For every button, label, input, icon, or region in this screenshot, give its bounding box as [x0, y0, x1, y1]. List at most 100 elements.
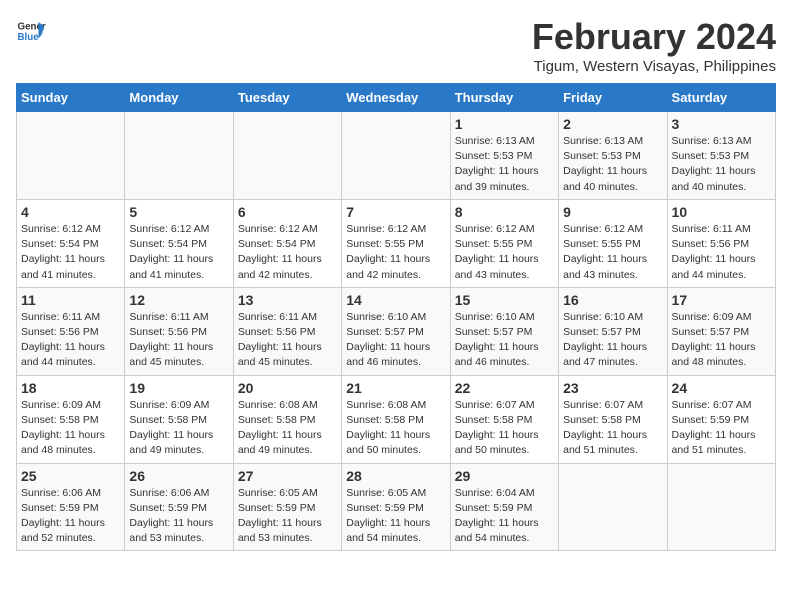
calendar-cell: 25Sunrise: 6:06 AM Sunset: 5:59 PM Dayli… — [17, 463, 125, 551]
day-number: 6 — [238, 204, 337, 220]
calendar-week-row: 18 Sunrise: 6:09 AM Sunset: 5:58 PM Dayli… — [17, 375, 776, 463]
day-info: Sunrise: 6:12 AM Sunset: 5:55 PM Dayligh… — [563, 222, 662, 283]
day-info: Sunrise: 6:10 AM Sunset: 5:57 PM Dayligh… — [563, 310, 662, 371]
calendar-table: SundayMondayTuesdayWednesdayThursdayFrid… — [16, 83, 776, 551]
calendar-cell — [342, 112, 450, 200]
calendar-cell: 22 Sunrise: 6:07 AM Sunset: 5:58 PM Dayli… — [450, 375, 558, 463]
day-number: 17 — [672, 292, 771, 308]
svg-text:Blue: Blue — [18, 32, 40, 43]
calendar-cell: 18 Sunrise: 6:09 AM Sunset: 5:58 PM Dayli… — [17, 375, 125, 463]
calendar-cell: 16 Sunrise: 6:10 AM Sunset: 5:57 PM Dayli… — [559, 287, 667, 375]
calendar-cell: 4 Sunrise: 6:12 AM Sunset: 5:54 PM Daylig… — [17, 199, 125, 287]
day-info: Sunrise: 6:05 AM Sunset: 5:59 PM Dayligh… — [238, 486, 337, 547]
calendar-week-row: 4 Sunrise: 6:12 AM Sunset: 5:54 PM Daylig… — [17, 199, 776, 287]
calendar-cell: 8 Sunrise: 6:12 AM Sunset: 5:55 PM Daylig… — [450, 199, 558, 287]
calendar-cell: 17 Sunrise: 6:09 AM Sunset: 5:57 PM Dayli… — [667, 287, 775, 375]
calendar-cell: 10 Sunrise: 6:11 AM Sunset: 5:56 PM Dayli… — [667, 199, 775, 287]
day-number: 4 — [21, 204, 120, 220]
calendar-cell — [233, 112, 341, 200]
weekday-header: Tuesday — [233, 84, 341, 112]
page-header: General Blue February 2024 Tigum, Wester… — [16, 16, 776, 75]
day-number: 13 — [238, 292, 337, 308]
day-info: Sunrise: 6:12 AM Sunset: 5:55 PM Dayligh… — [346, 222, 445, 283]
calendar-cell: 11Sunrise: 6:11 AM Sunset: 5:56 PM Dayli… — [17, 287, 125, 375]
day-number: 29 — [455, 468, 554, 484]
day-info: Sunrise: 6:04 AM Sunset: 5:59 PM Dayligh… — [455, 486, 554, 547]
day-info: Sunrise: 6:11 AM Sunset: 5:56 PM Dayligh… — [672, 222, 771, 283]
calendar-week-row: 1 Sunrise: 6:13 AM Sunset: 5:53 PM Daylig… — [17, 112, 776, 200]
day-number: 16 — [563, 292, 662, 308]
day-number: 19 — [129, 380, 228, 396]
day-info: Sunrise: 6:07 AM Sunset: 5:59 PM Dayligh… — [672, 398, 771, 459]
day-info: Sunrise: 6:12 AM Sunset: 5:54 PM Dayligh… — [238, 222, 337, 283]
day-info: Sunrise: 6:09 AM Sunset: 5:58 PM Dayligh… — [21, 398, 120, 459]
calendar-cell: 5 Sunrise: 6:12 AM Sunset: 5:54 PM Daylig… — [125, 199, 233, 287]
calendar-cell: 14 Sunrise: 6:10 AM Sunset: 5:57 PM Dayli… — [342, 287, 450, 375]
logo: General Blue — [16, 16, 46, 46]
calendar-cell — [125, 112, 233, 200]
calendar-cell: 12Sunrise: 6:11 AM Sunset: 5:56 PM Dayli… — [125, 287, 233, 375]
logo-icon: General Blue — [16, 16, 46, 46]
calendar-cell: 23Sunrise: 6:07 AM Sunset: 5:58 PM Dayli… — [559, 375, 667, 463]
calendar-cell: 24 Sunrise: 6:07 AM Sunset: 5:59 PM Dayli… — [667, 375, 775, 463]
day-number: 24 — [672, 380, 771, 396]
day-number: 18 — [21, 380, 120, 396]
calendar-cell: 28 Sunrise: 6:05 AM Sunset: 5:59 PM Dayli… — [342, 463, 450, 551]
calendar-cell: 13 Sunrise: 6:11 AM Sunset: 5:56 PM Dayli… — [233, 287, 341, 375]
calendar-cell: 6 Sunrise: 6:12 AM Sunset: 5:54 PM Daylig… — [233, 199, 341, 287]
day-info: Sunrise: 6:05 AM Sunset: 5:59 PM Dayligh… — [346, 486, 445, 547]
calendar-cell: 19 Sunrise: 6:09 AM Sunset: 5:58 PM Dayli… — [125, 375, 233, 463]
calendar-cell: 27 Sunrise: 6:05 AM Sunset: 5:59 PM Dayli… — [233, 463, 341, 551]
day-info: Sunrise: 6:09 AM Sunset: 5:58 PM Dayligh… — [129, 398, 228, 459]
day-info: Sunrise: 6:11 AM Sunset: 5:56 PM Dayligh… — [238, 310, 337, 371]
day-info: Sunrise: 6:07 AM Sunset: 5:58 PM Dayligh… — [455, 398, 554, 459]
calendar-cell — [667, 463, 775, 551]
day-number: 25 — [21, 468, 120, 484]
calendar-cell: 26Sunrise: 6:06 AM Sunset: 5:59 PM Dayli… — [125, 463, 233, 551]
day-info: Sunrise: 6:12 AM Sunset: 5:54 PM Dayligh… — [21, 222, 120, 283]
calendar-cell: 20Sunrise: 6:08 AM Sunset: 5:58 PM Dayli… — [233, 375, 341, 463]
day-number: 27 — [238, 468, 337, 484]
day-number: 21 — [346, 380, 445, 396]
weekday-header: Friday — [559, 84, 667, 112]
day-number: 3 — [672, 116, 771, 132]
day-info: Sunrise: 6:10 AM Sunset: 5:57 PM Dayligh… — [455, 310, 554, 371]
weekday-header: Thursday — [450, 84, 558, 112]
calendar-cell: 2Sunrise: 6:13 AM Sunset: 5:53 PM Daylig… — [559, 112, 667, 200]
day-info: Sunrise: 6:10 AM Sunset: 5:57 PM Dayligh… — [346, 310, 445, 371]
day-number: 22 — [455, 380, 554, 396]
calendar-cell: 3 Sunrise: 6:13 AM Sunset: 5:53 PM Daylig… — [667, 112, 775, 200]
day-number: 12 — [129, 292, 228, 308]
day-number: 1 — [455, 116, 554, 132]
day-info: Sunrise: 6:13 AM Sunset: 5:53 PM Dayligh… — [672, 134, 771, 195]
calendar-cell: 1Sunrise: 6:13 AM Sunset: 5:53 PM Daylig… — [450, 112, 558, 200]
day-info: Sunrise: 6:12 AM Sunset: 5:54 PM Dayligh… — [129, 222, 228, 283]
day-number: 23 — [563, 380, 662, 396]
day-number: 10 — [672, 204, 771, 220]
calendar-cell — [559, 463, 667, 551]
weekday-header: Saturday — [667, 84, 775, 112]
day-number: 14 — [346, 292, 445, 308]
day-number: 7 — [346, 204, 445, 220]
day-number: 28 — [346, 468, 445, 484]
weekday-header: Wednesday — [342, 84, 450, 112]
day-info: Sunrise: 6:08 AM Sunset: 5:58 PM Dayligh… — [238, 398, 337, 459]
location-subtitle: Tigum, Western Visayas, Philippines — [532, 58, 776, 75]
title-section: February 2024 Tigum, Western Visayas, Ph… — [532, 16, 776, 75]
day-number: 8 — [455, 204, 554, 220]
calendar-week-row: 11Sunrise: 6:11 AM Sunset: 5:56 PM Dayli… — [17, 287, 776, 375]
calendar-week-row: 25Sunrise: 6:06 AM Sunset: 5:59 PM Dayli… — [17, 463, 776, 551]
day-info: Sunrise: 6:09 AM Sunset: 5:57 PM Dayligh… — [672, 310, 771, 371]
weekday-header-row: SundayMondayTuesdayWednesdayThursdayFrid… — [17, 84, 776, 112]
calendar-cell: 15 Sunrise: 6:10 AM Sunset: 5:57 PM Dayli… — [450, 287, 558, 375]
day-number: 2 — [563, 116, 662, 132]
day-info: Sunrise: 6:08 AM Sunset: 5:58 PM Dayligh… — [346, 398, 445, 459]
month-year-title: February 2024 — [532, 16, 776, 58]
day-number: 5 — [129, 204, 228, 220]
day-info: Sunrise: 6:12 AM Sunset: 5:55 PM Dayligh… — [455, 222, 554, 283]
calendar-cell: 29 Sunrise: 6:04 AM Sunset: 5:59 PM Dayli… — [450, 463, 558, 551]
day-info: Sunrise: 6:11 AM Sunset: 5:56 PM Dayligh… — [21, 310, 120, 371]
calendar-cell: 7 Sunrise: 6:12 AM Sunset: 5:55 PM Daylig… — [342, 199, 450, 287]
day-number: 15 — [455, 292, 554, 308]
day-number: 26 — [129, 468, 228, 484]
